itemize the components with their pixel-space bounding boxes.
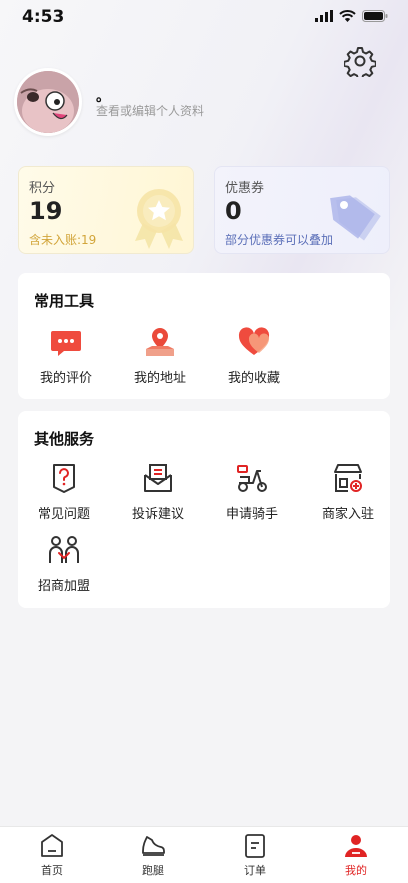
status-time: 4:53 [22, 7, 65, 27]
heart-icon [238, 327, 270, 355]
service-faq[interactable]: 常见问题 [24, 461, 104, 522]
services-card: 其他服务 常见问题 投诉建议 申请骑手 商家入驻 招商加盟 [18, 411, 390, 608]
avatar[interactable] [14, 68, 82, 136]
settings-gear-icon[interactable] [344, 45, 376, 77]
points-card[interactable]: 积分 19 含未入账:19 [18, 166, 194, 254]
coupon-value: 0 [225, 197, 242, 225]
points-pending: 含未入账:19 [29, 233, 97, 247]
tab-orders[interactable]: 订单 [225, 833, 285, 878]
tab-label: 我的 [345, 864, 367, 877]
tab-errand[interactable]: 跑腿 [123, 833, 183, 878]
scooter-icon [237, 465, 267, 492]
location-icon [146, 328, 174, 356]
home-icon [41, 834, 63, 857]
coupon-hint: 部分优惠券可以叠加 [225, 233, 334, 247]
bottom-tab-bar: 首页 跑腿 订单 我的 [0, 826, 408, 883]
status-bar: 4:53 [0, 0, 408, 36]
coupon-tag-icon [330, 195, 381, 241]
edit-profile-link[interactable]: 查看或编辑个人资料 [96, 102, 204, 119]
partner-icon [49, 536, 79, 563]
medal-icon [135, 189, 183, 249]
tab-mine[interactable]: 我的 [326, 833, 386, 878]
signal-icon [315, 10, 333, 22]
tab-label: 订单 [244, 864, 266, 877]
coupon-card[interactable]: 优惠券 0 部分优惠券可以叠加 [214, 166, 390, 254]
wifi-icon [339, 10, 356, 22]
tools-title: 常用工具 [34, 292, 95, 310]
service-rider-apply[interactable]: 申请骑手 [212, 461, 292, 522]
service-label: 招商加盟 [37, 579, 90, 594]
profile-icon [345, 835, 367, 857]
status-icons [315, 10, 388, 22]
comment-icon [51, 331, 81, 356]
tool-my-address[interactable]: 我的地址 [120, 325, 200, 386]
tab-label: 跑腿 [142, 864, 164, 877]
tab-home[interactable]: 首页 [22, 833, 82, 878]
services-title: 其他服务 [34, 430, 95, 448]
service-label: 投诉建议 [131, 507, 184, 522]
service-label: 常见问题 [37, 507, 90, 522]
tool-label: 我的收藏 [227, 371, 280, 386]
service-label: 商家入驻 [321, 507, 374, 522]
question-icon [53, 464, 75, 493]
complaint-icon [144, 464, 172, 492]
service-complaint[interactable]: 投诉建议 [118, 461, 198, 522]
service-merchant-join[interactable]: 商家入驻 [308, 461, 388, 522]
service-label: 申请骑手 [225, 507, 278, 522]
coupon-label: 优惠券 [225, 181, 265, 196]
tool-my-favorites[interactable]: 我的收藏 [214, 325, 294, 386]
service-franchise[interactable]: 招商加盟 [24, 533, 104, 594]
tools-card: 常用工具 我的评价 我的地址 我的收藏 [18, 273, 390, 399]
points-label: 积分 [29, 181, 56, 196]
points-value: 19 [29, 197, 63, 225]
tool-label: 我的地址 [133, 371, 186, 386]
tool-my-reviews[interactable]: 我的评价 [26, 325, 106, 386]
store-icon [334, 464, 362, 492]
shoe-icon [142, 836, 165, 856]
tool-label: 我的评价 [39, 371, 92, 386]
order-icon [245, 834, 265, 858]
tab-label: 首页 [41, 864, 63, 877]
avatar-image [17, 71, 79, 133]
battery-icon [362, 10, 388, 22]
